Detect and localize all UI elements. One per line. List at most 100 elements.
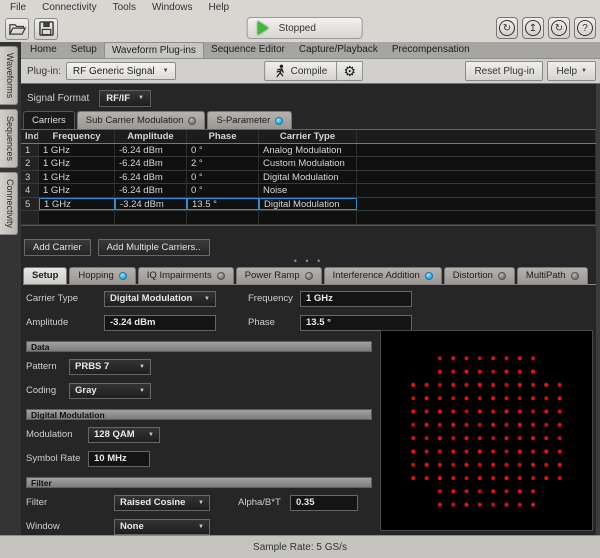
constellation-point	[411, 383, 415, 387]
tab-power-ramp[interactable]: Power Ramp	[236, 267, 322, 284]
menu-item-connectivity[interactable]: Connectivity	[42, 2, 96, 13]
constellation-point	[438, 489, 442, 493]
tab-multipath[interactable]: MultiPath	[517, 267, 588, 284]
menu-item-windows[interactable]: Windows	[152, 2, 193, 13]
cell-amplitude: -6.24 dBm	[115, 157, 187, 170]
carrier-table: IndexFrequencyAmplitudePhaseCarrier Type…	[21, 129, 596, 226]
column-header-carrier-type[interactable]: Carrier Type	[259, 130, 357, 143]
constellation-point	[425, 463, 429, 467]
pattern-select[interactable]: PRBS 7 ▼	[69, 359, 151, 375]
constellation-point	[558, 423, 562, 427]
constellation-point	[558, 449, 562, 453]
constellation-point	[438, 503, 442, 507]
compile-label: Compile	[291, 66, 328, 77]
filter-select[interactable]: Raised Cosine ▼	[114, 495, 210, 511]
application-window: File Connectivity Tools Windows Help Stopped…	[0, 0, 600, 58]
tab-hopping[interactable]: Hopping	[69, 267, 135, 284]
amplitude-input[interactable]: -3.24 dBm	[104, 315, 216, 331]
open-folder-icon	[9, 22, 26, 36]
tab-setup[interactable]: Setup	[23, 267, 67, 284]
constellation-point	[451, 463, 455, 467]
column-header-amplitude[interactable]: Amplitude	[115, 130, 187, 143]
cell-carrier-type: Digital Modulation	[259, 198, 357, 211]
alpha-input[interactable]: 0.35	[290, 495, 358, 511]
tab-s-parameter[interactable]: S-Parameter	[207, 111, 292, 129]
chevron-down-icon: ▼	[204, 296, 210, 302]
cell-empty	[187, 211, 259, 224]
frequency-label: Frequency	[248, 293, 300, 304]
add-multiple-carriers-button[interactable]: Add Multiple Carriers..	[98, 239, 210, 256]
plugin-select[interactable]: RF Generic Signal ▼	[66, 62, 176, 80]
help-menu-button[interactable]: Help ▼	[547, 61, 596, 81]
tab-interference-addition[interactable]: Interference Addition	[324, 267, 442, 284]
tab-waveform-plug-ins[interactable]: Waveform Plug-ins	[104, 42, 204, 58]
column-header-frequency[interactable]: Frequency	[39, 130, 115, 143]
about-help-icon-button[interactable]: ?	[574, 17, 596, 39]
modulation-select[interactable]: 128 QAM ▼	[88, 427, 160, 443]
carrier-type-select[interactable]: Digital Modulation ▼	[104, 291, 216, 307]
tab-sub-carrier-modulation[interactable]: Sub Carrier Modulation	[77, 111, 206, 129]
menu-item-help[interactable]: Help	[209, 2, 230, 13]
tab-carriers[interactable]: Carriers	[23, 111, 75, 129]
signal-format-select[interactable]: RF/IF ▼	[99, 90, 151, 107]
tab-precompensation[interactable]: Precompensation	[385, 42, 477, 58]
constellation-point	[491, 436, 495, 440]
cell-carrier-type: Noise	[259, 184, 357, 197]
carrier-tab-bar: CarriersSub Carrier ModulationS-Paramete…	[23, 111, 596, 129]
tab-sequence-editor[interactable]: Sequence Editor	[204, 42, 292, 58]
table-row[interactable]: 11 GHz-6.24 dBm0 °Analog Modulation	[21, 144, 596, 158]
column-header-index[interactable]: Index	[21, 130, 39, 143]
side-tab-sequences[interactable]: Sequences	[0, 109, 18, 168]
constellation-point	[491, 463, 495, 467]
menu-bar: File Connectivity Tools Windows Help	[0, 0, 600, 15]
frequency-input[interactable]: 1 GHz	[300, 291, 412, 307]
menu-item-file[interactable]: File	[10, 2, 26, 13]
symbol-rate-input[interactable]: 10 MHz	[88, 451, 150, 467]
constellation-point	[464, 370, 468, 374]
constellation-point	[478, 476, 482, 480]
constellation-point	[464, 476, 468, 480]
blue-status-dot-icon	[425, 272, 433, 280]
sync-settings-icon-button[interactable]: ↻	[496, 17, 518, 39]
tab-iq-impairments[interactable]: IQ Impairments	[138, 267, 234, 284]
constellation-point	[411, 476, 415, 480]
phase-input[interactable]: 13.5 °	[300, 315, 412, 331]
tab-setup[interactable]: Setup	[64, 42, 104, 58]
window-select[interactable]: None ▼	[114, 519, 210, 535]
phase-label: Phase	[248, 317, 300, 328]
table-row[interactable]: 21 GHz-6.24 dBm2 °Custom Modulation	[21, 157, 596, 171]
tab-capture-playback[interactable]: Capture/Playback	[292, 42, 385, 58]
chevron-down-icon: ▼	[163, 68, 169, 74]
tab-distortion[interactable]: Distortion	[444, 267, 515, 284]
send-to-instrument-icon-button[interactable]: ↥	[522, 17, 544, 39]
run-state-button[interactable]: Stopped	[247, 17, 363, 39]
constellation-point	[491, 476, 495, 480]
constellation-point	[518, 476, 522, 480]
table-row[interactable]: 31 GHz-6.24 dBm0 °Digital Modulation	[21, 171, 596, 185]
table-row[interactable]: 51 GHz-3.24 dBm13.5 °Digital Modulation	[21, 198, 596, 212]
splitter-handle[interactable]: • • •	[21, 256, 596, 267]
constellation-point	[531, 449, 535, 453]
refresh-icon-button[interactable]: ↻	[548, 17, 570, 39]
constellation-point	[504, 370, 508, 374]
table-row[interactable]: 41 GHz-6.24 dBm0 °Noise	[21, 184, 596, 198]
tab-home[interactable]: Home	[23, 42, 64, 58]
menu-item-tools[interactable]: Tools	[113, 2, 136, 13]
compile-button[interactable]: Compile	[264, 61, 338, 81]
cell-frequency: 1 GHz	[39, 171, 115, 184]
coding-select[interactable]: Gray ▼	[69, 383, 151, 399]
add-carrier-button[interactable]: Add Carrier	[24, 239, 91, 256]
constellation-point	[464, 383, 468, 387]
gray-status-dot-icon	[571, 272, 579, 280]
constellation-point	[478, 383, 482, 387]
side-tab-waveforms[interactable]: Waveforms	[0, 46, 18, 105]
constellation-point	[478, 396, 482, 400]
cell-amplitude: -6.24 dBm	[115, 184, 187, 197]
reset-plugin-button[interactable]: Reset Plug-in	[465, 61, 543, 81]
save-button[interactable]	[34, 18, 58, 40]
side-tab-connectivity[interactable]: Connectivity	[0, 172, 18, 235]
constellation-point	[438, 383, 442, 387]
compile-settings-button[interactable]: ⚙	[337, 61, 363, 81]
open-file-button[interactable]	[5, 18, 29, 40]
column-header-phase[interactable]: Phase	[187, 130, 259, 143]
